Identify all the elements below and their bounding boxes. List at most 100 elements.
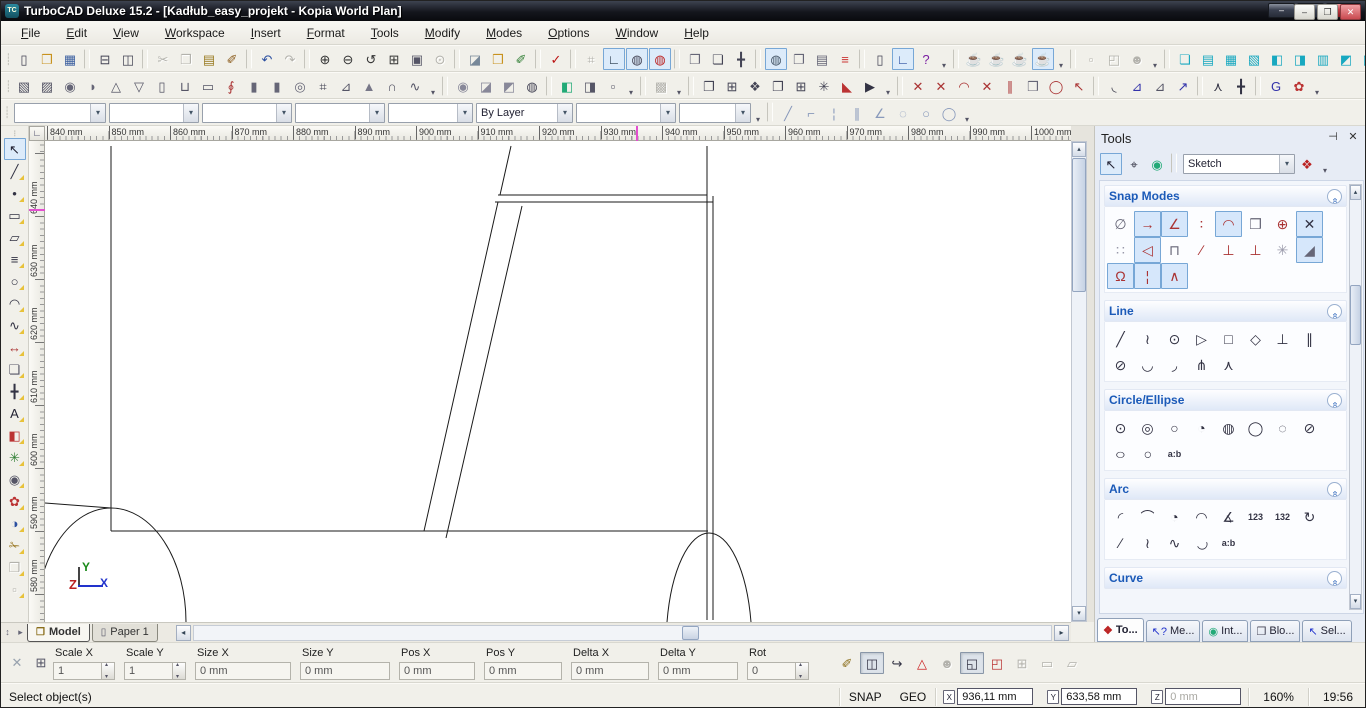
select-box-icon[interactable]: ❒ — [1022, 75, 1044, 97]
point-tool-icon[interactable]: • — [4, 182, 26, 204]
arc-double-point-icon[interactable]: ∿ — [1161, 530, 1188, 556]
world-axis-icon[interactable]: ∟ — [892, 48, 914, 70]
spell-check-icon[interactable]: ✓ — [545, 48, 567, 70]
chevron-down-icon[interactable] — [1279, 155, 1294, 173]
ruler-origin-button[interactable]: ∟ — [29, 126, 45, 141]
field-input[interactable]: 0 mm — [571, 662, 649, 680]
new-icon[interactable]: ▯ — [13, 48, 35, 70]
array-rect-icon[interactable]: ⊞ — [721, 75, 743, 97]
solids-extra-icon[interactable]: ❒ — [4, 556, 26, 578]
menu-insert[interactable]: Insert — [241, 23, 291, 43]
cylinder-b-icon[interactable]: ▮ — [266, 75, 288, 97]
new-sheet-icon[interactable]: ▯ — [869, 48, 891, 70]
print-icon[interactable]: ⊟ — [94, 48, 116, 70]
menu-modify[interactable]: Modify — [415, 23, 470, 43]
node-segment-icon[interactable]: ⌐ — [800, 102, 822, 124]
snap-quadrant-icon[interactable]: ◁ — [1134, 237, 1161, 263]
color-combo[interactable] — [109, 103, 199, 123]
stamp-tool-icon[interactable]: ▤ — [811, 48, 833, 70]
snap-arc-center-icon[interactable]: ◠ — [1215, 211, 1242, 237]
arc-tangent-to-line-icon[interactable]: ∕ — [1107, 530, 1134, 556]
arc-elliptical-icon[interactable]: ◡ — [1184, 526, 1219, 561]
minimize-button[interactable]: ‒ — [1268, 3, 1295, 18]
degrade-warning-icon[interactable]: △ — [910, 652, 934, 674]
meet-arc-icon[interactable]: ◠ — [953, 75, 975, 97]
copy-mirror-icon[interactable]: ❐ — [767, 75, 789, 97]
scroll-up-icon[interactable]: ▴ — [1350, 185, 1361, 200]
bool-subtract-icon[interactable]: ◪ — [475, 75, 497, 97]
chevron-down-icon[interactable] — [90, 104, 105, 122]
layer-combo[interactable] — [14, 103, 106, 123]
field-input[interactable]: 0 mm — [484, 662, 562, 680]
copy-tool-icon[interactable]: ❐ — [698, 75, 720, 97]
box-edit-icon[interactable]: ▨ — [36, 75, 58, 97]
scroll-down-icon[interactable]: ▾ — [1350, 594, 1361, 609]
scale-handle-icon[interactable]: ◰ — [985, 652, 1009, 674]
parallel-line-icon[interactable]: ∥ — [1296, 326, 1323, 352]
view-back-icon[interactable]: ▧ — [1243, 48, 1265, 70]
coordinate-input[interactable]: 936,11 mm — [957, 688, 1033, 705]
tab-scroll-icon[interactable]: ▸ — [14, 625, 27, 641]
text-tool-icon[interactable]: A — [4, 402, 26, 424]
doc-restore-button[interactable]: ❐ — [1317, 4, 1338, 20]
snap-burst-icon[interactable]: ✳ — [1269, 237, 1296, 263]
parallel-trim-icon[interactable]: ∥ — [999, 75, 1021, 97]
circle-center-radius-icon[interactable]: ⊙ — [1107, 415, 1134, 441]
field-input[interactable]: 0 mm — [658, 662, 738, 680]
collapse-icon[interactable] — [1327, 189, 1342, 204]
panel-select-icon[interactable]: ↖ — [1100, 153, 1122, 175]
help-book-icon[interactable]: ? — [915, 48, 937, 70]
zoom-out-icon[interactable]: ⊖ — [337, 48, 359, 70]
snap-center-icon[interactable]: ⊕ — [1269, 211, 1296, 237]
no-snap-icon[interactable]: ∅ — [1107, 211, 1134, 237]
tab-model[interactable]: ❒ Model — [27, 624, 90, 642]
spinner[interactable] — [795, 663, 808, 679]
menu-modes[interactable]: Modes — [476, 23, 532, 43]
menu-file[interactable]: File — [11, 23, 50, 43]
bool-shell-icon[interactable]: ◍ — [521, 75, 543, 97]
pen-color-combo[interactable]: By Layer — [476, 103, 573, 123]
coordinate-input[interactable]: 0 mm — [1165, 688, 1241, 705]
snap-perpendicular2-icon[interactable]: ⊥ — [1242, 237, 1269, 263]
render-toggle-icon[interactable]: ◍ — [649, 48, 671, 70]
horizontal-scroll-thumb[interactable] — [682, 626, 699, 640]
mesh-icon[interactable]: ⌗ — [312, 75, 334, 97]
tangent-arc-point-icon[interactable]: ◡ — [1134, 352, 1161, 378]
render-wireframe-icon[interactable]: ☕ — [986, 48, 1008, 70]
model-cube-icon[interactable]: ❏ — [707, 48, 729, 70]
menu-workspace[interactable]: Workspace — [155, 23, 235, 43]
circle-tangent-icon[interactable]: ⊘ — [1296, 415, 1323, 441]
view-left-icon[interactable]: ◧ — [1266, 48, 1288, 70]
fillet-icon[interactable]: ◟ — [1103, 75, 1125, 97]
perpendicular-line-icon[interactable]: ⊥ — [1269, 326, 1296, 352]
array-polar-icon[interactable]: ❖ — [744, 75, 766, 97]
copy-icon[interactable]: ❐ — [175, 48, 197, 70]
line-tool-icon[interactable]: ╱ — [4, 160, 26, 182]
horizontal-scrollbar[interactable] — [193, 625, 1052, 641]
panel-close-icon[interactable]: ✕ — [1345, 130, 1361, 146]
circle-tan-3-icon[interactable]: ◌ — [1269, 415, 1296, 441]
copy-objects-icon[interactable]: ❐ — [684, 48, 706, 70]
rotate-handle-icon[interactable]: ◱ — [960, 652, 984, 674]
field-input[interactable]: 0 mm — [300, 662, 390, 680]
sphere-icon[interactable]: ◉ — [59, 75, 81, 97]
snap-magnetic-icon[interactable]: Ω — [1107, 263, 1134, 289]
facet-small-icon[interactable]: ▫ — [602, 75, 624, 97]
cylinder-a-icon[interactable]: ▮ — [243, 75, 265, 97]
disk-icon[interactable]: ◎ — [289, 75, 311, 97]
slab-icon[interactable]: ▭ — [197, 75, 219, 97]
select-extra-icon[interactable]: ▫ — [4, 578, 26, 600]
menu-options[interactable]: Options — [538, 23, 599, 43]
snap-toggle[interactable]: SNAP — [840, 690, 891, 704]
cut-icon[interactable]: ✂ — [152, 48, 174, 70]
ortho-mode-icon[interactable]: ∟ — [603, 48, 625, 70]
view-right-icon[interactable]: ◨ — [1289, 48, 1311, 70]
select-person-icon[interactable]: ☻ — [1126, 48, 1148, 70]
tab-tools[interactable]: ❖ To... — [1097, 618, 1144, 642]
node-parallel-icon[interactable]: ∥ — [846, 102, 868, 124]
arc-concentric-icon[interactable]: ⌒ — [1134, 504, 1161, 530]
doc-minimize-button[interactable]: ‒ — [1294, 4, 1315, 20]
bool-intersect-icon[interactable]: ◩ — [498, 75, 520, 97]
doc-close-button[interactable]: ✕ — [1340, 4, 1361, 20]
fit-corner-icon[interactable]: ◣ — [836, 75, 858, 97]
